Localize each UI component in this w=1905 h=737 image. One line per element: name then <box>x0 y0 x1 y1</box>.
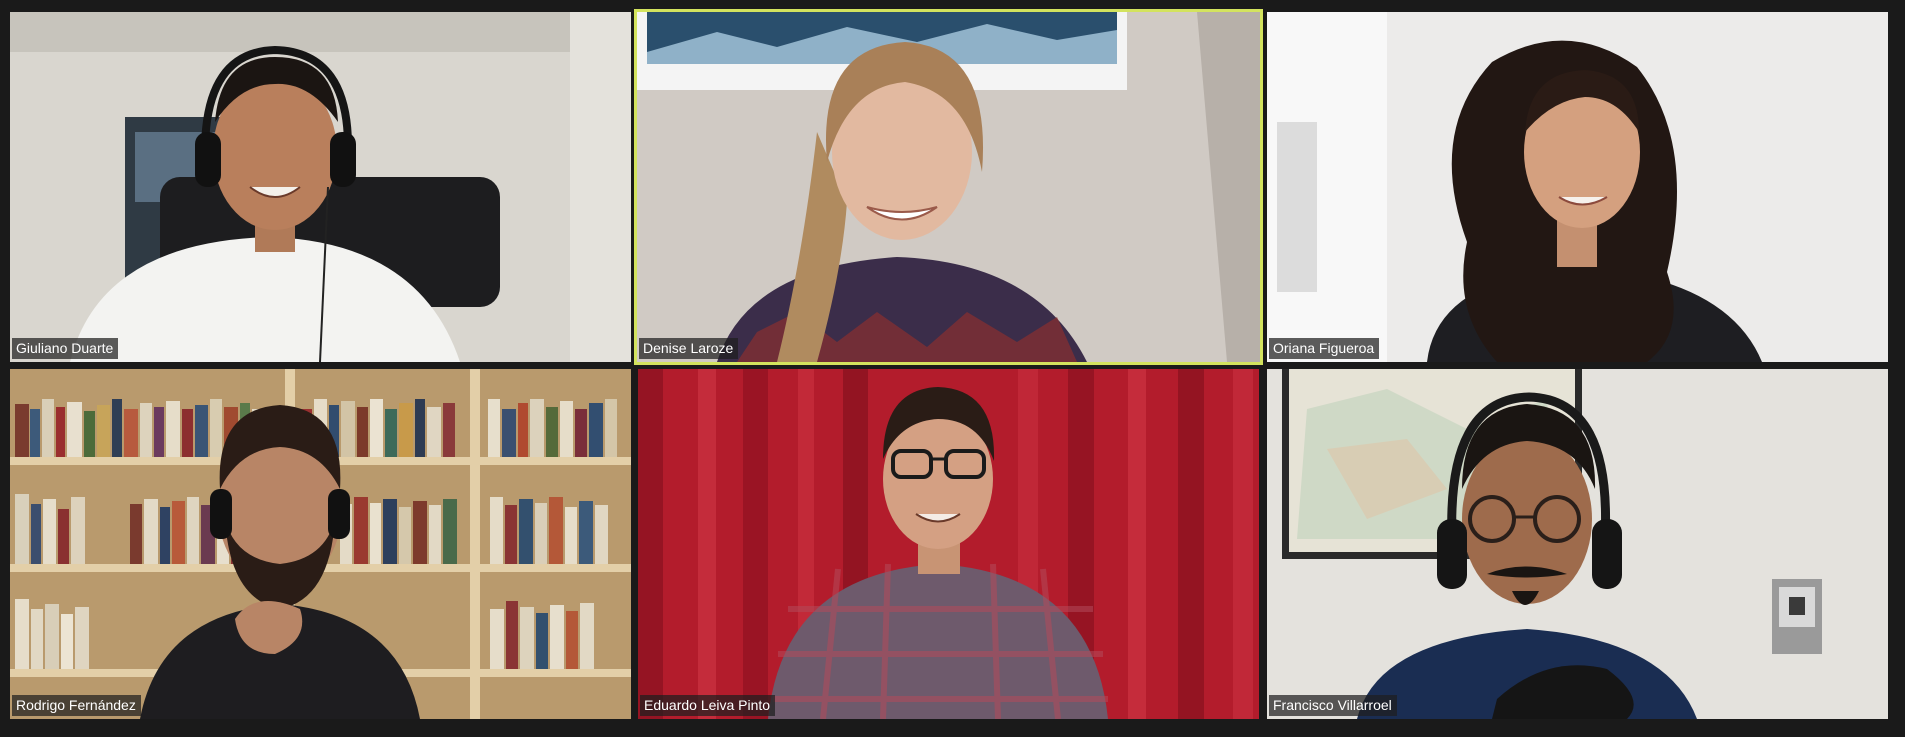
participant-name-label: Oriana Figueroa <box>1269 338 1380 359</box>
video-gallery: Giuliano Duarte Denise Laroze Oriana Fig… <box>0 0 1905 737</box>
participant-video-feed <box>638 369 1259 719</box>
participant-tile-giuliano-duarte[interactable]: Giuliano Duarte <box>10 12 631 362</box>
participant-tile-oriana-figueroa[interactable]: Oriana Figueroa <box>1267 12 1888 362</box>
participant-video-feed <box>10 369 631 719</box>
participant-tile-rodrigo-fernandez[interactable]: Rodrigo Fernández <box>10 369 631 719</box>
participant-video-feed <box>1267 369 1888 719</box>
participant-tile-eduardo-leiva-pinto[interactable]: Eduardo Leiva Pinto <box>638 369 1259 719</box>
participant-name-label: Francisco Villarroel <box>1269 695 1397 716</box>
participant-name-label: Giuliano Duarte <box>12 338 119 359</box>
participant-tile-denise-laroze[interactable]: Denise Laroze <box>634 9 1263 365</box>
participant-name-label: Denise Laroze <box>639 338 739 359</box>
participant-video-feed <box>10 12 631 362</box>
participant-video-feed <box>637 12 1260 362</box>
participant-name-label: Rodrigo Fernández <box>12 695 141 716</box>
participant-tile-francisco-villarroel[interactable]: Francisco Villarroel <box>1267 369 1888 719</box>
participant-name-label: Eduardo Leiva Pinto <box>640 695 776 716</box>
participant-video-feed <box>1267 12 1888 362</box>
